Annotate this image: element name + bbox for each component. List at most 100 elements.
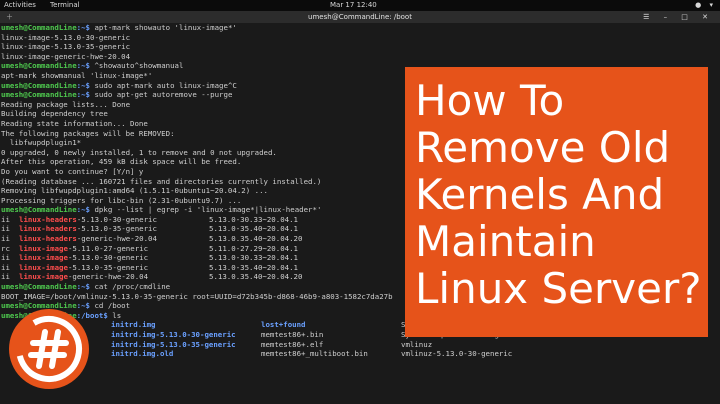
package-version: 5.13.0-35.40~20.04.1 xyxy=(209,262,298,272)
output-text: libfwupdplugin1* xyxy=(1,138,82,148)
package-name-rest: -generic-hwe-20.04 xyxy=(76,234,157,244)
package-status: ii xyxy=(1,224,10,234)
package-status: ii xyxy=(1,234,10,244)
package-version: 5.13.0.35.40~20.04.20 xyxy=(209,234,303,244)
package-version: 5.11.0-27.29~20.04.1 xyxy=(209,243,298,253)
shell-prompt-user: umesh@CommandLine xyxy=(1,80,77,90)
shell-prompt-path: :~$ xyxy=(76,23,91,32)
package-name: linux-image-5.11.0-27-generic xyxy=(19,244,209,254)
terminal-line: linux-image-generic-hwe-20.04 xyxy=(0,52,720,62)
shell-prompt-user: umesh@CommandLine xyxy=(1,61,77,71)
overlay-title-line: Maintain xyxy=(415,217,596,266)
ls-entry: vmlinuz xyxy=(401,339,433,349)
shell-command: sudo apt-get autoremove --purge xyxy=(90,90,233,100)
system-top-bar: Activities Terminal Mar 17 12:40 ● ▾ xyxy=(0,0,720,11)
package-status: rc xyxy=(1,243,10,253)
package-version: 5.13.0.35.40~20.04.20 xyxy=(209,272,303,282)
system-tray[interactable]: ● ▾ xyxy=(695,0,716,11)
output-text: linux-image-5.13.0-35-generic xyxy=(1,42,131,52)
shell-prompt-user: umesh@CommandLine xyxy=(1,282,77,292)
window-title: umesh@CommandLine: /boot xyxy=(308,13,412,21)
package-name-rest: -generic-hwe-20.04 xyxy=(67,272,149,282)
output-text: Processing triggers for libc-bin (2.31-0… xyxy=(1,195,242,205)
clock[interactable]: Mar 17 12:40 xyxy=(330,0,377,11)
shell-prompt-path: :~$ xyxy=(76,80,91,90)
shell-command: ls xyxy=(107,310,122,320)
package-name-match: linux-headers xyxy=(19,234,77,244)
ls-entry: memtest86+.elf xyxy=(261,339,324,349)
terminal-title-bar: ＋ umesh@CommandLine: /boot ☰ – □ ✕ xyxy=(0,11,720,23)
overlay-title-line: Remove Old xyxy=(415,123,671,172)
output-text: apt-mark showmanual 'linux-image*' xyxy=(1,70,153,80)
ls-entry: initrd.img-5.13.0-35-generic xyxy=(111,339,236,349)
package-name: linux-image-generic-hwe-20.04 xyxy=(19,272,209,282)
package-version: 5.13.0-30.33~20.04.1 xyxy=(209,253,298,263)
ls-entry: memtest86+_multiboot.bin xyxy=(261,349,368,359)
package-name: linux-image-5.13.0-30-generic xyxy=(19,253,209,263)
package-name-rest: -5.13.0-35-generic xyxy=(67,262,149,272)
shell-prompt-user: umesh@CommandLine xyxy=(1,23,77,32)
output-text: BOOT_IMAGE=/boot/vmlinuz-5.13.0-35-gener… xyxy=(1,291,393,301)
shell-prompt-path: :~$ xyxy=(76,282,91,292)
package-name-match: linux-image xyxy=(19,243,68,253)
shell-prompt-user: umesh@CommandLine xyxy=(1,90,77,100)
package-status: ii xyxy=(1,262,10,272)
shell-command: sudo apt-mark auto linux-image^C xyxy=(90,80,237,90)
overlay-title-line: How To xyxy=(415,76,565,125)
ls-entry: initrd.img.old xyxy=(111,349,174,359)
shell-command: cd /boot xyxy=(90,301,131,311)
package-name: linux-headers-5.13.0-30-generic xyxy=(19,215,209,225)
output-text: (Reading database ... 160721 files and d… xyxy=(1,176,322,186)
package-name-match: linux-image xyxy=(19,272,68,282)
activities-button[interactable]: Activities xyxy=(4,0,36,11)
output-text: After this operation, 459 kB disk space … xyxy=(1,157,242,167)
package-name-match: linux-image xyxy=(19,262,68,272)
package-name-match: linux-headers xyxy=(19,214,77,224)
ls-row: initrd.img-5.13.0-35-generic memtest86+.e… xyxy=(0,340,720,350)
shell-command: cat /proc/cmdline xyxy=(90,282,171,292)
output-text: linux-image-5.13.0-30-generic xyxy=(1,32,131,42)
shell-command: dpkg --list | egrep -i 'linux-image*|lin… xyxy=(90,205,322,215)
terminal-line: linux-image-5.13.0-35-generic xyxy=(0,42,720,52)
terminal-line: linux-image-5.13.0-30-generic xyxy=(0,33,720,43)
package-version: 5.13.0-30.33~20.04.1 xyxy=(209,214,298,224)
ls-entry: initrd.img xyxy=(111,320,156,330)
ls-entry: initrd.img-5.13.0-30-generic xyxy=(111,330,236,339)
output-text: Removing libfwupdplugin1:amd64 (1.5.11-0… xyxy=(1,186,268,196)
app-menu-terminal[interactable]: Terminal xyxy=(50,0,80,11)
terminal-line: umesh@CommandLine:~$ apt-mark showauto '… xyxy=(0,23,720,33)
ls-entry: memtest86+.bin xyxy=(261,330,324,339)
package-status: ii xyxy=(1,214,10,224)
package-name-rest: -5.11.0-27-generic xyxy=(67,243,149,253)
package-name-rest: -5.13.0-35-generic xyxy=(76,224,157,234)
package-name-match: linux-headers xyxy=(19,224,77,234)
shell-prompt-path: :~$ xyxy=(76,90,91,100)
output-text: linux-image-generic-hwe-20.04 xyxy=(1,51,131,61)
window-controls[interactable]: ☰ – □ ✕ xyxy=(643,11,714,23)
ls-row: initrd.img.old memtest86+_multiboot.bin vm… xyxy=(0,349,720,359)
output-text: Do you want to continue? [Y/n] y xyxy=(1,166,144,176)
shell-prompt-user: umesh@CommandLine xyxy=(1,205,77,215)
output-text: The following packages will be REMOVED: xyxy=(1,128,175,138)
package-name-rest: -5.13.0-30-generic xyxy=(67,253,149,263)
ls-entry: vmlinuz-5.13.0-30-generic xyxy=(401,349,513,359)
overlay-title-line: Linux Server? xyxy=(415,264,702,313)
output-text: Building dependency tree xyxy=(1,109,108,119)
package-name-rest: -5.13.0-30-generic xyxy=(76,214,157,224)
shell-prompt-path: :~$ xyxy=(76,205,91,215)
package-name: linux-headers-5.13.0-35-generic xyxy=(19,224,209,234)
package-name-match: linux-image xyxy=(19,253,68,263)
output-text: 0 upgraded, 0 newly installed, 1 to remo… xyxy=(1,147,277,157)
hash-circle-logo-icon xyxy=(9,309,89,389)
title-overlay-card: How To Remove Old Kernels And Maintain Linux… xyxy=(405,67,708,337)
shell-prompt-path: :~$ xyxy=(76,61,91,71)
package-name: linux-image-5.13.0-35-generic xyxy=(19,263,209,273)
shell-command: apt-mark showauto 'linux-image*' xyxy=(90,23,237,32)
package-name: linux-headers-generic-hwe-20.04 xyxy=(19,234,209,244)
output-text: Reading state information... Done xyxy=(1,118,148,128)
package-status: ii xyxy=(1,272,10,282)
package-version: 5.13.0-35.40~20.04.1 xyxy=(209,224,298,234)
package-status: ii xyxy=(1,253,10,263)
shell-command: ^showauto^showmanual xyxy=(90,61,184,71)
output-text: Reading package lists... Done xyxy=(1,99,131,109)
